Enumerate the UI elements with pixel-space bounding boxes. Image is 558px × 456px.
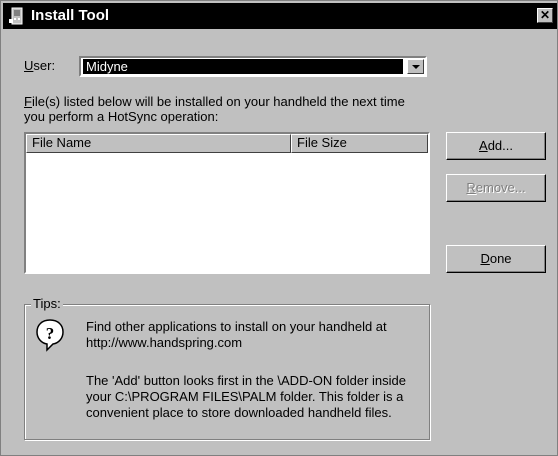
- close-button[interactable]: ✕: [537, 8, 553, 23]
- instruction-line-2: you perform a HotSync operation:: [24, 109, 219, 124]
- done-button[interactable]: Done: [446, 245, 546, 273]
- user-dropdown-value: Midyne: [83, 59, 403, 74]
- tips-line-3: The 'Add' button looks first in the \ADD…: [86, 373, 406, 388]
- svg-text:?: ?: [46, 324, 55, 343]
- file-list[interactable]: File Name File Size: [24, 132, 430, 274]
- title-bar[interactable]: Install Tool ✕: [3, 3, 557, 29]
- user-dropdown-button[interactable]: [407, 59, 424, 74]
- tips-line-5: convenient place to store downloaded han…: [86, 405, 392, 420]
- tips-line-1: Find other applications to install on yo…: [86, 319, 387, 334]
- chevron-down-icon: [412, 65, 420, 69]
- handheld-icon: [9, 7, 23, 25]
- question-bubble-icon: ?: [36, 319, 64, 352]
- instruction-line-1: File(s) listed below will be installed o…: [24, 94, 405, 109]
- window-title: Install Tool: [31, 7, 110, 24]
- tips-line-4: your C:\PROGRAM FILES\PALM folder. This …: [86, 389, 404, 404]
- tips-line-2: http://www.handspring.com: [86, 335, 243, 350]
- close-icon: ✕: [539, 8, 551, 22]
- file-list-header: File Name File Size: [26, 134, 428, 153]
- column-header-file-name[interactable]: File Name: [26, 134, 291, 153]
- user-label: User:: [24, 58, 56, 73]
- add-button[interactable]: Add...: [446, 132, 546, 160]
- user-dropdown[interactable]: Midyne: [79, 56, 427, 77]
- install-tool-window: Install Tool ✕ User: Midyne File(s) list…: [0, 0, 558, 456]
- remove-button[interactable]: Remove...: [446, 174, 546, 202]
- tips-title: Tips:: [31, 296, 63, 311]
- column-header-file-size[interactable]: File Size: [291, 134, 428, 153]
